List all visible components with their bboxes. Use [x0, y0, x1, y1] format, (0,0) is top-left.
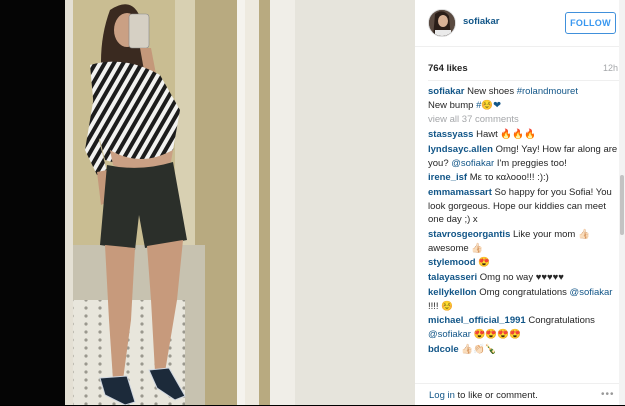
likes-count[interactable]: 764 likes	[428, 63, 468, 74]
caption-hashtag[interactable]: #rolandmouret	[517, 86, 578, 97]
comment-user[interactable]: irene_isf	[428, 172, 467, 183]
comment: lyndsayc.allen Omg! Yay! How far along a…	[428, 143, 620, 170]
comment: emmamassart So happy for you Sofia! You …	[428, 186, 620, 227]
comment-user[interactable]: michael_official_1991	[428, 315, 526, 326]
post-sidebar: sofiakar FOLLOW 764 likes 12h sofiakar N…	[415, 0, 625, 405]
post-header: sofiakar FOLLOW	[415, 0, 625, 47]
caption-text: New shoes	[467, 86, 515, 97]
more-options-icon[interactable]: •••	[601, 389, 615, 400]
avatar[interactable]	[428, 9, 456, 37]
comment-text: Hawt 🔥🔥🔥	[476, 129, 536, 141]
mirror-selfie-image	[65, 0, 415, 405]
post-footer: Log in to like or comment. •••	[415, 383, 625, 406]
caption-user[interactable]: sofiakar	[428, 86, 464, 97]
view-all-comments-link[interactable]: view all 37 comments	[428, 113, 620, 127]
comment-user[interactable]: bdcole	[428, 344, 459, 355]
comment-user[interactable]: kellykellon	[428, 287, 477, 298]
comment: irene_isf Με το καλοοο!!! :):)	[428, 171, 620, 185]
post-time[interactable]: 12h	[603, 63, 618, 73]
caption: sofiakar New shoes #rolandmouret New bum…	[428, 85, 620, 112]
comment: michael_official_1991 Congratulations @s…	[428, 314, 620, 341]
follow-button[interactable]: FOLLOW	[565, 12, 616, 34]
comment-mention[interactable]: @sofiakar	[451, 158, 494, 169]
comment-text-2: !!!! ☺️	[428, 300, 454, 312]
comment-user[interactable]: lyndsayc.allen	[428, 144, 493, 155]
comment-user[interactable]: talayasseri	[428, 272, 477, 283]
post-meta: 764 likes 12h	[428, 63, 618, 74]
comment-user[interactable]: stassyass	[428, 129, 473, 140]
comment-text: 😍	[478, 257, 490, 269]
avatar-image	[429, 10, 455, 36]
comment-user[interactable]: stavrosgeorgantis	[428, 229, 510, 240]
comment: talayasseri Omg no way ♥♥♥♥♥	[428, 271, 620, 285]
caption-text-2: New bump	[428, 99, 474, 111]
comment: stavrosgeorgantis Like your mom 👍🏻 aweso…	[428, 228, 620, 255]
comment: stassyass Hawt 🔥🔥🔥	[428, 128, 620, 142]
comment: stylemood 😍	[428, 256, 620, 270]
comment-user[interactable]: emmamassart	[428, 187, 492, 198]
comment: bdcole 👍🏻👏🏻🍾	[428, 343, 620, 357]
login-link[interactable]: Log in	[429, 390, 455, 401]
comment-text: 👍🏻👏🏻🍾	[461, 343, 497, 355]
comment-text-2: I'm preggies too!	[496, 157, 567, 169]
comment-user[interactable]: stylemood	[428, 257, 476, 268]
comments-list: sofiakar New shoes #rolandmouret New bum…	[428, 85, 620, 357]
comment-text: Congratulations	[528, 315, 595, 327]
comment-text: Omg no way ♥♥♥♥♥	[479, 272, 564, 284]
comment-text: Με το καλοοο!!! :):)	[469, 172, 549, 184]
comment-mention[interactable]: @sofiakar	[570, 287, 613, 298]
caption-hashtag-2[interactable]: #☺️❤	[476, 100, 501, 111]
login-prompt: Log in to like or comment.	[429, 390, 538, 401]
meta-divider	[428, 80, 620, 81]
post-photo[interactable]	[65, 0, 415, 405]
post-modal: sofiakar FOLLOW 764 likes 12h sofiakar N…	[0, 0, 625, 405]
login-prompt-text: to like or comment.	[454, 390, 538, 401]
comment: kellykellon Omg congratulations @sofiaka…	[428, 286, 620, 313]
comment-mention[interactable]: @sofiakar	[428, 329, 471, 340]
comment-text-2: 😍😍😍😍	[473, 328, 521, 340]
comment-text: Omg congratulations	[479, 286, 567, 298]
owner-username[interactable]: sofiakar	[463, 16, 499, 27]
scrollbar-thumb[interactable]	[620, 175, 624, 235]
